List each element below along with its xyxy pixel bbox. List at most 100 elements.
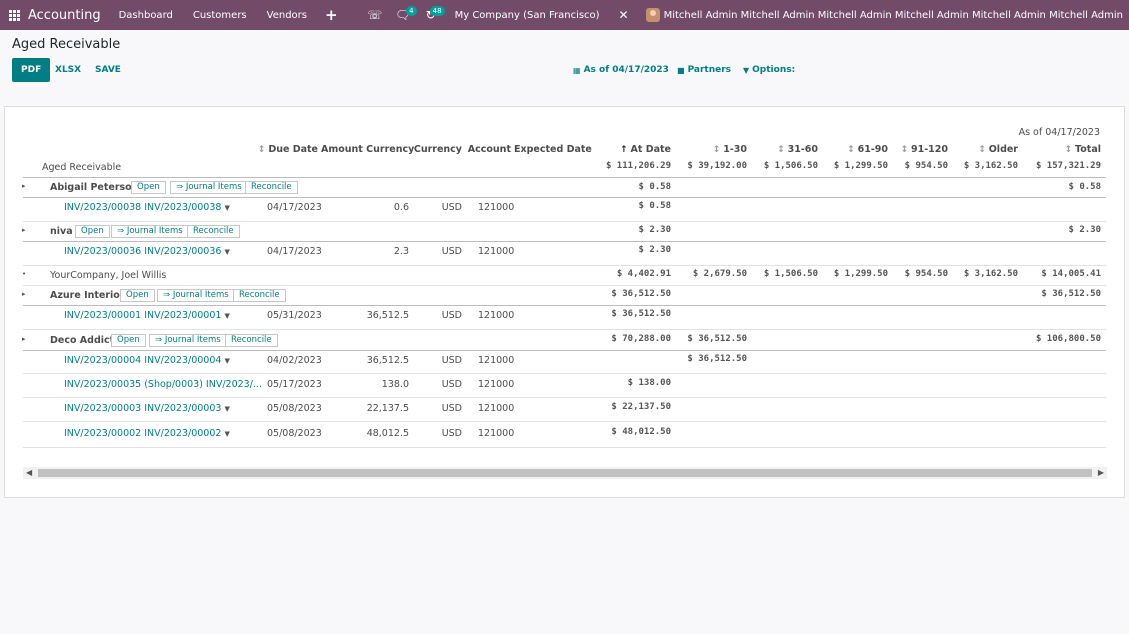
menu-dashboard[interactable]: Dashboard <box>119 10 173 21</box>
line-amount: 2.3 <box>393 246 409 257</box>
caret-right-icon[interactable]: • <box>22 270 26 278</box>
pdf-button[interactable]: PDF <box>12 58 51 82</box>
line-at-date: $ 138.00 <box>627 378 671 388</box>
invoice-line-link[interactable]: INV/2023/00001 INV/2023/00001 ▼ <box>64 310 230 321</box>
caret-right-icon[interactable]: ▸ <box>22 290 26 298</box>
journal-items-button[interactable]: ⇒ Journal Items <box>111 225 189 238</box>
divider <box>23 265 1106 266</box>
reconcile-button[interactable]: Reconcile <box>233 289 286 302</box>
line-account: 121000 <box>478 202 515 213</box>
xlsx-button[interactable]: XLSX <box>46 58 90 82</box>
app-brand[interactable]: Accounting <box>28 8 101 23</box>
quick-create-plus-icon[interactable]: + <box>325 6 338 24</box>
partner-31-60: $ 1,506.50 <box>763 269 818 279</box>
tools-icon[interactable]: ✕ <box>610 0 638 30</box>
as-of-header: As of 04/17/2023 <box>1018 127 1100 138</box>
scroll-left-icon[interactable]: ◀ <box>26 467 32 479</box>
col-total[interactable]: ↕ Total <box>1021 144 1101 155</box>
report-card: As of 04/17/2023 ↕ Due Date Amount Curren… <box>4 106 1125 498</box>
divider <box>23 285 1106 286</box>
line-currency: USD <box>441 202 462 213</box>
scroll-right-icon[interactable]: ▶ <box>1098 467 1104 479</box>
col-at-date[interactable]: ↑ At Date <box>605 144 671 155</box>
partner-name[interactable]: YourCompany, Joel Willis <box>50 270 166 281</box>
col-61-90[interactable]: ↕ 61-90 <box>821 144 888 155</box>
line-1-30: $ 36,512.50 <box>687 354 747 364</box>
sort-icon: ↕ <box>900 145 908 155</box>
partner-name[interactable]: Deco Addict <box>50 335 114 346</box>
journal-items-button[interactable]: ⇒ Journal Items <box>149 334 227 347</box>
partner-total: $ 2.30 <box>1068 225 1101 235</box>
col-1-30[interactable]: ↕ 1-30 <box>675 144 747 155</box>
user-menu[interactable]: Mitchell Admin Mitchell Admin Mitchell A… <box>664 10 1123 21</box>
line-currency: USD <box>441 310 462 321</box>
partner-name[interactable]: Azure Interior <box>50 290 125 301</box>
col-currency[interactable]: Currency <box>412 144 462 155</box>
phone-icon[interactable]: ☏ <box>361 0 389 30</box>
partner-older: $ 3,162.50 <box>963 269 1018 279</box>
reconcile-button[interactable]: Reconcile <box>225 334 278 347</box>
invoice-line-link[interactable]: INV/2023/00036 INV/2023/00036 ▼ <box>64 246 230 257</box>
filter-date[interactable]: ▦ As of 04/17/2023 <box>573 65 669 75</box>
filter-options[interactable]: ▼ Options: <box>743 65 795 75</box>
partner-1-30: $ 36,512.50 <box>687 334 747 344</box>
reconcile-button[interactable]: Reconcile <box>245 181 298 194</box>
open-button[interactable]: Open <box>120 289 155 302</box>
sort-up-icon: ↑ <box>619 145 628 155</box>
invoice-line-link[interactable]: INV/2023/00003 INV/2023/00003 ▼ <box>64 403 230 414</box>
caret-right-icon[interactable]: ▸ <box>22 226 26 234</box>
save-button[interactable]: SAVE <box>86 58 130 82</box>
col-31-60[interactable]: ↕ 31-60 <box>751 144 818 155</box>
col-amount-currency[interactable]: Amount Currency <box>321 144 414 155</box>
line-due-date: 05/08/2023 <box>267 403 322 414</box>
avatar[interactable] <box>645 8 660 22</box>
col-older[interactable]: ↕ Older <box>951 144 1018 155</box>
line-currency: USD <box>441 246 462 257</box>
line-amount: 22,137.5 <box>366 403 409 414</box>
invoice-line-link[interactable]: INV/2023/00004 INV/2023/00004 ▼ <box>64 355 230 366</box>
horizontal-scrollbar[interactable]: ◀ ▶ <box>23 467 1107 479</box>
line-due-date: 05/08/2023 <box>267 428 322 439</box>
open-button[interactable]: Open <box>131 181 166 194</box>
activity-badge: 48 <box>429 6 445 16</box>
filter-partners[interactable]: ■ Partners <box>677 65 731 75</box>
divider <box>23 305 1106 306</box>
line-account: 121000 <box>478 403 515 414</box>
partner-61-90: $ 1,299.50 <box>833 269 888 279</box>
activity-clock-icon[interactable]: ↻ 48 <box>417 0 445 30</box>
partner-name[interactable]: Abigail Peterson <box>50 182 138 193</box>
open-button[interactable]: Open <box>111 334 146 347</box>
menu-vendors[interactable]: Vendors <box>267 10 307 21</box>
partner-name[interactable]: niva <box>50 226 73 237</box>
col-due-date[interactable]: ↕ Due Date <box>255 144 318 155</box>
caret-right-icon[interactable]: ▸ <box>22 182 26 190</box>
partner-1-30: $ 2,679.50 <box>692 269 747 279</box>
invoice-line-link[interactable]: INV/2023/00035 (Shop/0003) INV/2023/... <box>64 379 262 390</box>
divider <box>23 329 1106 330</box>
col-account[interactable]: Account <box>465 144 511 155</box>
line-amount: 36,512.5 <box>366 355 409 366</box>
app-menu-icon[interactable] <box>0 0 28 30</box>
col-expected-date[interactable]: Expected Date <box>514 144 592 155</box>
scrollbar-thumb[interactable] <box>38 469 1092 477</box>
col-91-120[interactable]: ↕ 91-120 <box>891 144 948 155</box>
sort-icon: ↕ <box>712 145 721 155</box>
company-switcher[interactable]: My Company (San Francisco) <box>455 10 600 21</box>
total-label: Aged Receivable <box>42 162 122 173</box>
line-at-date: $ 0.58 <box>638 201 671 211</box>
caret-right-icon[interactable]: ▸ <box>22 335 26 343</box>
reconcile-button[interactable]: Reconcile <box>187 225 240 238</box>
line-amount: 36,512.5 <box>366 310 409 321</box>
menu-customers[interactable]: Customers <box>193 10 247 21</box>
top-navbar: Accounting Dashboard Customers Vendors +… <box>0 0 1129 30</box>
open-button[interactable]: Open <box>75 225 110 238</box>
invoice-line-link[interactable]: INV/2023/00038 INV/2023/00038 ▼ <box>64 202 230 213</box>
chat-icon[interactable]: 🗨 4 <box>389 0 417 30</box>
sort-icon: ↕ <box>777 145 785 155</box>
invoice-line-link[interactable]: INV/2023/00002 INV/2023/00002 ▼ <box>64 428 230 439</box>
journal-items-button[interactable]: ⇒ Journal Items <box>170 181 248 194</box>
sort-icon: ↕ <box>847 145 855 155</box>
line-at-date: $ 48,012.50 <box>611 427 671 437</box>
filter-date-label: As of 04/17/2023 <box>583 65 669 75</box>
journal-items-button[interactable]: ⇒ Journal Items <box>157 289 235 302</box>
